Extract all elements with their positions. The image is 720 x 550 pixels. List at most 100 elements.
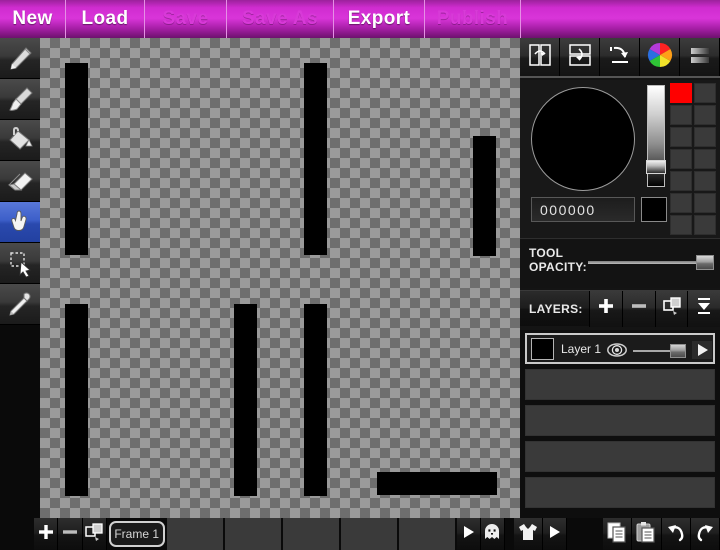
play-button[interactable] (456, 518, 481, 550)
duplicate-layer-button[interactable] (654, 290, 688, 327)
merge-layer-button[interactable] (687, 290, 720, 327)
palette-swatch-5[interactable] (694, 127, 716, 147)
menu-item-load[interactable]: Load (66, 0, 145, 38)
palette-swatch-11[interactable] (694, 193, 716, 213)
paste-button[interactable] (632, 518, 662, 550)
onion-skin-button[interactable] (480, 518, 505, 550)
gradient-button[interactable] (680, 38, 720, 76)
palette-swatch-0[interactable] (670, 83, 692, 103)
paste-icon (634, 520, 658, 549)
layer-list: Layer 1 (520, 330, 720, 518)
tool-hand[interactable] (0, 202, 40, 243)
frame-slot[interactable] (282, 518, 341, 550)
hex-color-input[interactable]: 000000 (531, 197, 635, 222)
tool-brush[interactable] (0, 79, 40, 120)
palette-swatch-10[interactable] (670, 193, 692, 213)
layer-row[interactable] (525, 441, 715, 472)
rotate-button[interactable] (600, 38, 640, 76)
tool-opacity-label-line1: TOOL (529, 246, 564, 260)
timeline-left-gap (0, 518, 35, 550)
menu-bar-filler (521, 0, 720, 38)
menu-item-save-as[interactable]: Save As (227, 0, 334, 38)
undo-button[interactable] (661, 518, 691, 550)
color-wheel-button[interactable] (640, 38, 680, 76)
tool-opacity-label: TOOL OPACITY: (529, 246, 587, 274)
palette-swatch-1[interactable] (694, 83, 716, 103)
timeline-bar: Frame 1 (0, 518, 720, 550)
layer-thumbnail[interactable] (531, 338, 554, 360)
brightness-slider-handle[interactable] (646, 160, 666, 174)
plus-icon (596, 296, 616, 321)
duplicate-icon (84, 522, 104, 547)
tool-bucket[interactable] (0, 120, 40, 161)
layers-header: LAYERS: (520, 290, 720, 327)
add-frame-button[interactable] (34, 518, 59, 550)
tool-palette (0, 38, 40, 518)
palette-swatch-2[interactable] (670, 105, 692, 125)
palette-swatch-12[interactable] (670, 215, 692, 235)
palette-swatch-8[interactable] (670, 171, 692, 191)
copy-button[interactable] (602, 518, 633, 550)
menu-item-export[interactable]: Export (334, 0, 425, 38)
tool-eraser[interactable] (0, 161, 40, 202)
add-layer-button[interactable] (589, 290, 623, 327)
palette-swatch-6[interactable] (670, 149, 692, 169)
shirt-icon (516, 521, 540, 548)
frame-slot[interactable] (166, 518, 225, 550)
duplicate-frame-button[interactable] (82, 518, 107, 550)
flip-vertical-button[interactable] (560, 38, 600, 76)
play-icon (459, 523, 477, 546)
gradient-icon (686, 41, 714, 74)
copy-icon (605, 520, 629, 549)
arrow-right-icon (545, 523, 563, 546)
eraser-icon (5, 166, 35, 196)
frame-slot[interactable] (340, 518, 399, 550)
timeline-separator (504, 518, 514, 550)
color-wheel-selector[interactable] (531, 87, 635, 191)
timeline-right-gap (566, 518, 603, 550)
tool-opacity-slider[interactable] (588, 261, 710, 264)
undo-icon (664, 521, 688, 548)
tool-palette-filler (0, 325, 40, 518)
flip-horizontal-button[interactable] (520, 38, 560, 76)
palette-swatch-13[interactable] (694, 215, 716, 235)
layer-name[interactable]: Layer 1 (561, 342, 601, 356)
layer-expand-arrow-icon[interactable] (691, 340, 713, 365)
menu-item-save[interactable]: Save (145, 0, 227, 38)
frame-slot[interactable]: Frame 1 (108, 521, 165, 547)
template-next-button[interactable] (542, 518, 567, 550)
layer-row[interactable] (525, 477, 715, 508)
menu-item-publish[interactable]: Publish (425, 0, 521, 38)
frame-slot[interactable] (224, 518, 283, 550)
current-color-swatch[interactable] (641, 197, 667, 222)
palette-swatch-3[interactable] (694, 105, 716, 125)
pixel-editor-window: New Load Save Save As Export Publish 000… (0, 0, 720, 550)
merge-down-icon (693, 295, 715, 322)
palette-swatch-7[interactable] (694, 149, 716, 169)
color-wheel-icon (647, 42, 673, 73)
canvas-stroke-7 (377, 472, 497, 495)
palette-swatch-9[interactable] (694, 171, 716, 191)
layer-row[interactable]: Layer 1 (525, 333, 715, 364)
layer-row[interactable] (525, 405, 715, 436)
paint-bucket-icon (5, 125, 35, 155)
frame-slot[interactable] (398, 518, 457, 550)
minus-icon (629, 296, 649, 321)
flip-horizontal-icon (526, 41, 554, 74)
template-shirt-button[interactable] (513, 518, 543, 550)
palette-swatch-4[interactable] (670, 127, 692, 147)
visibility-eye-icon[interactable] (606, 342, 628, 363)
tool-select[interactable] (0, 243, 40, 284)
layer-opacity-handle[interactable] (670, 344, 686, 358)
menu-item-new[interactable]: New (0, 0, 66, 38)
layer-row[interactable] (525, 369, 715, 400)
tool-opacity-slider-handle[interactable] (696, 255, 714, 270)
minus-icon (61, 523, 79, 546)
tool-pencil[interactable] (0, 38, 40, 79)
remove-frame-button[interactable] (58, 518, 83, 550)
remove-layer-button[interactable] (622, 290, 655, 327)
redo-button[interactable] (690, 518, 720, 550)
plus-icon (37, 523, 55, 546)
tool-eyedropper[interactable] (0, 284, 40, 325)
drawing-canvas[interactable] (40, 38, 520, 518)
